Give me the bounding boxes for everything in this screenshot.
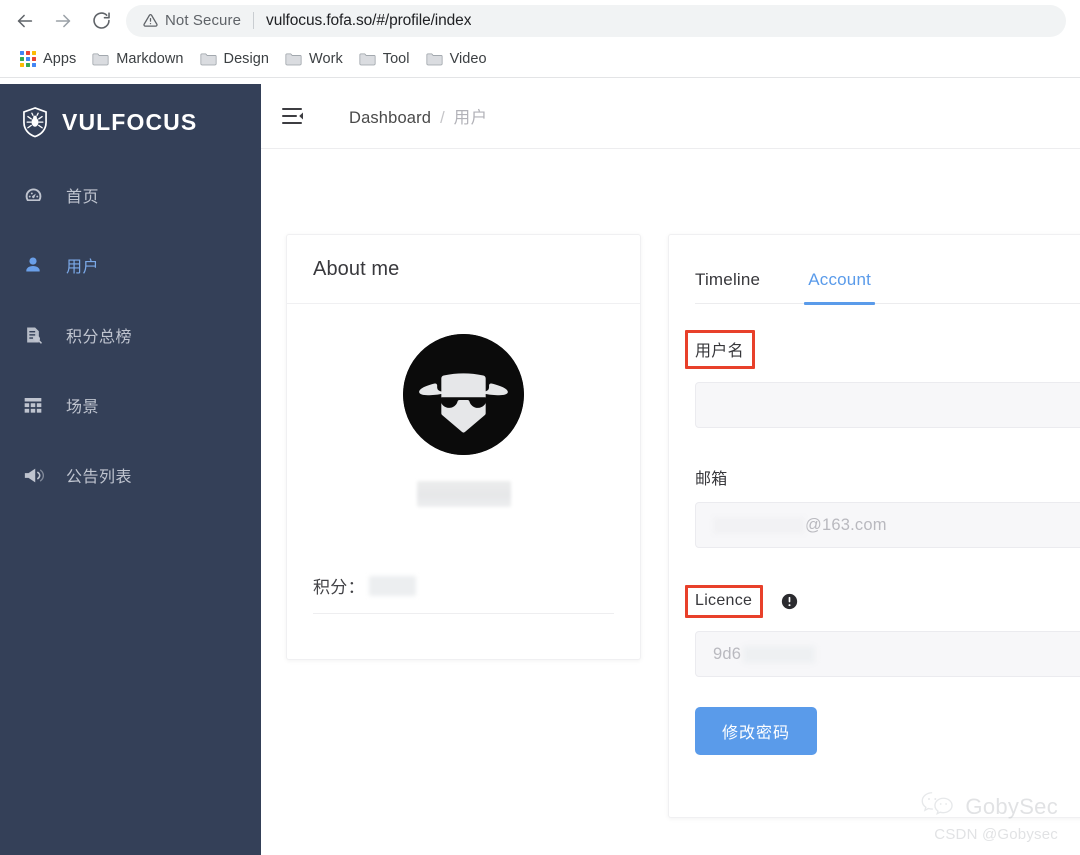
- score-value-redacted: [368, 575, 416, 596]
- avatar[interactable]: [403, 334, 524, 455]
- bookmark-label: Tool: [382, 51, 410, 67]
- bookmark-markdown[interactable]: Markdown: [84, 45, 191, 73]
- security-status[interactable]: Not Secure: [140, 12, 241, 29]
- top-bar: Dashboard / 用户: [261, 84, 1080, 149]
- apps-grid-icon: [20, 51, 36, 67]
- about-me-card: About me 积分：: [286, 234, 641, 660]
- brand-logo-area[interactable]: VULFOCUS: [0, 84, 261, 160]
- field-licence: Licence 9d6 1269: [669, 585, 1080, 677]
- sidebar-item-label: 积分总榜: [66, 329, 133, 346]
- security-label: Not Secure: [165, 12, 242, 29]
- warning-triangle-icon: [142, 13, 158, 29]
- folder-icon: [426, 52, 443, 66]
- username-input[interactable]: [695, 382, 1080, 428]
- folder-icon: [200, 52, 217, 66]
- field-label-licence: Licence: [685, 585, 764, 618]
- wechat-icon: [920, 790, 956, 823]
- address-bar[interactable]: Not Secure vulfocus.fofa.so/#/profile/in…: [126, 4, 1066, 37]
- shield-bug-icon: [18, 105, 52, 139]
- sidebar-item-ranking[interactable]: 积分总榜: [0, 300, 261, 370]
- bookmark-work[interactable]: Work: [277, 45, 351, 73]
- breadcrumb-root[interactable]: Dashboard: [349, 109, 431, 128]
- bookmark-design[interactable]: Design: [192, 45, 277, 73]
- breadcrumb-current: 用户: [453, 109, 488, 127]
- bookmark-label: Apps: [43, 51, 77, 67]
- sidebar-item-home[interactable]: 首页: [0, 160, 261, 230]
- browser-chrome: Not Secure vulfocus.fofa.so/#/profile/in…: [0, 0, 1080, 84]
- watermark: GobySec CSDN @Gobysec: [920, 790, 1058, 843]
- bookmark-label: Markdown: [116, 51, 184, 67]
- bookmark-apps[interactable]: Apps: [12, 45, 84, 73]
- watermark-subtitle: CSDN @Gobysec: [934, 826, 1058, 843]
- licence-label-row: Licence: [685, 585, 1080, 618]
- content-body: About me 积分： Timeline Account 用户名 邮箱 @16…: [261, 149, 1080, 855]
- tab-account[interactable]: Account: [804, 270, 875, 305]
- user-icon: [22, 254, 44, 276]
- sidebar-item-label: 用户: [66, 259, 100, 276]
- omnibox-divider: [253, 12, 255, 29]
- menu-collapse-icon[interactable]: [281, 106, 305, 126]
- sidebar-item-label: 场景: [66, 399, 100, 416]
- application-viewport: VULFOCUS 首页 用户 积分总榜 场景 公告列表 Dashboard / …: [0, 84, 1080, 855]
- score-row: 积分：: [313, 573, 614, 614]
- email-input[interactable]: @163.com: [695, 502, 1080, 548]
- folder-icon: [285, 52, 302, 66]
- score-label: 积分：: [313, 578, 365, 597]
- username-redacted: [416, 481, 511, 507]
- megaphone-icon: [22, 464, 44, 486]
- url-text: vulfocus.fofa.so/#/profile/index: [266, 11, 472, 29]
- main-content: Dashboard / 用户 About me 积分： Timeline Acc…: [261, 84, 1080, 855]
- sidebar: VULFOCUS 首页 用户 积分总榜 场景 公告列表: [0, 84, 261, 855]
- page-title: About me: [313, 257, 400, 280]
- folder-icon: [92, 52, 109, 66]
- field-label-username: 用户名: [685, 330, 755, 369]
- reload-icon[interactable]: [82, 2, 120, 40]
- licence-value-prefix: 9d6: [713, 644, 742, 663]
- licence-input[interactable]: 9d6 1269: [695, 631, 1080, 677]
- change-password-button[interactable]: 修改密码: [695, 707, 817, 755]
- account-card: Timeline Account 用户名 邮箱 @163.com Licence…: [668, 234, 1080, 818]
- bookmark-label: Work: [308, 51, 343, 67]
- email-value: @163.com: [805, 515, 887, 534]
- bookmarks-bar: Apps Markdown Design Work Tool Video: [0, 41, 1080, 77]
- bookmark-label: Video: [449, 51, 487, 67]
- folder-icon: [359, 52, 376, 66]
- dashboard-icon: [22, 184, 44, 206]
- arrow-right-icon[interactable]: [44, 2, 82, 40]
- about-me-header: About me: [287, 235, 640, 304]
- watermark-brand: GobySec: [965, 793, 1058, 819]
- sidebar-item-announcements[interactable]: 公告列表: [0, 440, 261, 510]
- email-value-redacted: [713, 516, 805, 534]
- breadcrumb-separator: /: [440, 109, 445, 127]
- chrome-divider: [0, 77, 1080, 78]
- field-label-email: 邮箱: [695, 471, 728, 488]
- sidebar-item-scene[interactable]: 场景: [0, 370, 261, 440]
- about-me-body: 积分：: [287, 304, 640, 660]
- tab-bar: Timeline Account: [669, 235, 1080, 305]
- sidebar-item-label: 公告列表: [66, 469, 133, 486]
- field-email: 邮箱 @163.com: [669, 465, 1080, 548]
- sidebar-item-label: 首页: [66, 189, 100, 206]
- breadcrumb: Dashboard / 用户: [349, 104, 488, 128]
- browser-toolbar: Not Secure vulfocus.fofa.so/#/profile/in…: [0, 0, 1080, 41]
- bookmark-tool[interactable]: Tool: [351, 45, 418, 73]
- incognito-avatar-icon: [403, 334, 524, 455]
- arrow-left-icon[interactable]: [6, 2, 44, 40]
- tab-timeline[interactable]: Timeline: [695, 270, 760, 304]
- ranking-list-icon: [22, 324, 44, 346]
- exclamation-circle-icon[interactable]: [781, 593, 798, 610]
- bookmark-video[interactable]: Video: [418, 45, 495, 73]
- grid-scene-icon: [22, 394, 44, 416]
- watermark-brand-row: GobySec: [920, 790, 1058, 823]
- brand-name: VULFOCUS: [62, 108, 198, 135]
- field-username: 用户名: [669, 330, 1080, 428]
- licence-value-redacted: [743, 645, 816, 663]
- bookmark-label: Design: [223, 51, 269, 67]
- sidebar-item-user[interactable]: 用户: [0, 230, 261, 300]
